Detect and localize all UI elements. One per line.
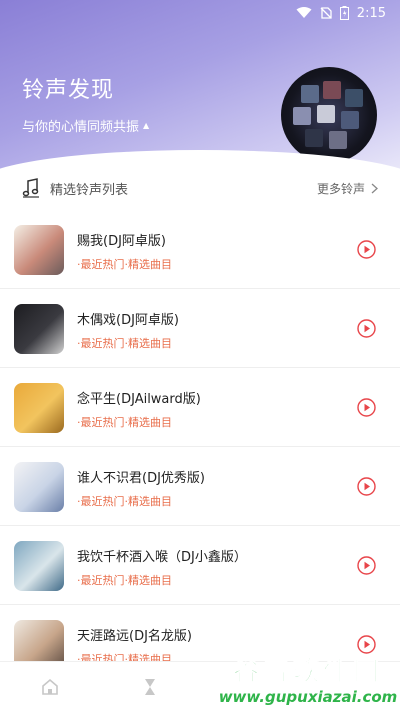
watermark-main: 谷普软件园 — [232, 656, 383, 687]
album-thumbnail — [14, 462, 64, 512]
ringtone-list: 赐我(DJ阿卓版) ·最近热门·精选曲目 木偶戏(DJ阿卓版) ·最近热门·精选曲目念… — [0, 210, 400, 684]
album-thumbnail — [14, 304, 64, 354]
song-title: 念平生(DJAilward版) — [77, 392, 201, 407]
list-item[interactable]: 我饮千杯酒入喉（DJ小鑫版） ·最近热门·精选曲目 — [0, 526, 400, 605]
home-icon — [42, 678, 58, 695]
song-tag: ·最近热门·精选曲目 — [77, 495, 172, 508]
song-title: 我饮千杯酒入喉（DJ小鑫版） — [77, 550, 247, 565]
song-tag: ·最近热门·精选曲目 — [77, 258, 172, 271]
list-item[interactable]: 木偶戏(DJ阿卓版) ·最近热门·精选曲目 — [0, 289, 400, 368]
play-icon[interactable] — [357, 240, 376, 259]
album-thumbnail — [14, 541, 64, 591]
song-title: 赐我(DJ阿卓版) — [77, 234, 166, 249]
status-time: 2:15 — [356, 5, 386, 21]
disc-tile — [345, 89, 363, 107]
album-thumbnail — [14, 383, 64, 433]
play-icon[interactable] — [357, 319, 376, 338]
song-tag: ·最近热门·精选曲目 — [77, 574, 172, 587]
song-tag: ·最近热门·精选曲目 — [77, 337, 172, 350]
battery-icon — [339, 6, 349, 20]
play-icon[interactable] — [357, 477, 376, 496]
disc-tile — [317, 105, 335, 123]
song-title: 谁人不识君(DJ优秀版) — [77, 471, 205, 486]
disc-tile — [305, 129, 323, 147]
hero-title: 铃声发现 — [22, 78, 115, 103]
music-note-icon — [22, 178, 39, 198]
song-title: 木偶戏(DJ阿卓版) — [77, 313, 179, 328]
album-thumbnail — [14, 225, 64, 275]
no-sim-icon — [320, 7, 332, 19]
hero-subtitle-toggle[interactable]: 与你的心情同频共振 ▲ — [22, 116, 149, 135]
caret-up-icon: ▲ — [143, 121, 150, 130]
wifi-icon — [296, 7, 312, 18]
song-title: 天涯路远(DJ名龙版) — [77, 629, 192, 644]
chevron-right-icon — [371, 183, 378, 193]
section-title: 精选铃声列表 — [50, 182, 129, 198]
list-item[interactable]: 赐我(DJ阿卓版) ·最近热门·精选曲目 — [0, 210, 400, 289]
play-icon[interactable] — [357, 398, 376, 417]
disc-tile — [301, 85, 319, 103]
status-bar: 2:15 — [0, 0, 400, 26]
tab-hourglass[interactable] — [100, 678, 200, 696]
watermark-logo: 谷普软件园 www.gupuxiazai.com — [218, 648, 398, 708]
album-disc[interactable] — [281, 67, 377, 163]
disc-tile — [341, 111, 359, 129]
tab-home[interactable] — [0, 678, 100, 696]
disc-tile — [329, 131, 347, 149]
hero-banner: 2:15 铃声发现 与你的心情同频共振 ▲ — [0, 0, 400, 190]
play-icon[interactable] — [357, 556, 376, 575]
hero-subtitle: 与你的心情同频共振 — [22, 120, 140, 135]
more-ringtones-label: 更多铃声 — [316, 181, 365, 196]
watermark-url: www.gupuxiazai.com — [218, 687, 398, 706]
disc-tile — [323, 81, 341, 99]
hourglass-icon — [145, 678, 155, 695]
disc-tile — [293, 107, 311, 125]
list-item[interactable]: 念平生(DJAilward版) ·最近热门·精选曲目 — [0, 368, 400, 447]
more-ringtones-link[interactable]: 更多铃声 — [317, 180, 378, 197]
list-item[interactable]: 谁人不识君(DJ优秀版) ·最近热门·精选曲目 — [0, 447, 400, 526]
section-header: 精选铃声列表 更多铃声 — [0, 168, 400, 208]
song-tag: ·最近热门·精选曲目 — [77, 416, 172, 429]
